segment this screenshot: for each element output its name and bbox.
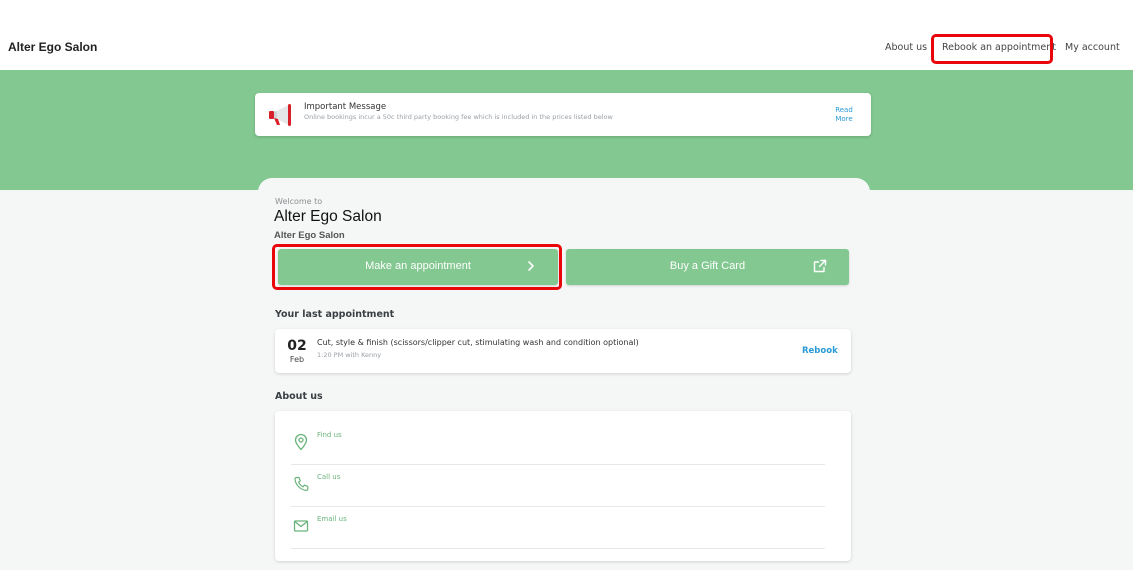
last-appointment-heading: Your last appointment	[275, 309, 395, 320]
email-us-row[interactable]: Email us	[291, 507, 825, 549]
external-link-icon	[813, 259, 827, 273]
location-pin-icon	[294, 433, 308, 451]
page-title: Alter Ego Salon	[274, 208, 382, 225]
phone-icon	[294, 476, 309, 492]
message-text: Online bookings incur a 50c third party …	[304, 113, 613, 121]
call-us-row[interactable]: Call us	[291, 465, 825, 507]
find-us-row[interactable]: Find us	[291, 423, 825, 465]
appointment-day: 02	[287, 338, 307, 354]
megaphone-icon	[269, 104, 291, 126]
highlight-box-appointment	[272, 244, 562, 290]
about-us-card: Find us Call us Email us	[275, 411, 851, 561]
call-us-label: Call us	[317, 473, 341, 481]
important-message-card: Important Message Online bookings incur …	[255, 93, 871, 136]
brand-logo-text[interactable]: Alter Ego Salon	[8, 40, 97, 54]
email-us-label: Email us	[317, 515, 347, 523]
read-more-link[interactable]: Read More	[832, 106, 856, 124]
last-appointment-card: 02 Feb Cut, style & finish (scissors/cli…	[275, 329, 851, 373]
welcome-label: Welcome to	[275, 197, 323, 206]
message-title: Important Message	[304, 102, 387, 112]
email-icon	[293, 520, 309, 532]
highlight-box-rebook	[931, 34, 1053, 64]
find-us-label: Find us	[317, 431, 342, 439]
buy-gift-card-button[interactable]: Buy a Gift Card	[566, 249, 849, 285]
appointment-month: Feb	[289, 355, 305, 364]
appointment-service: Cut, style & finish (scissors/clipper cu…	[317, 338, 639, 347]
about-us-heading: About us	[275, 391, 323, 402]
nav-my-account[interactable]: My account	[1065, 42, 1120, 53]
buy-gift-card-label: Buy a Gift Card	[669, 260, 746, 272]
rebook-link[interactable]: Rebook	[802, 346, 838, 356]
nav-about-us[interactable]: About us	[885, 42, 927, 53]
appointment-detail: 1:20 PM with Kenny	[317, 351, 382, 359]
salon-subtitle: Alter Ego Salon	[274, 230, 345, 241]
